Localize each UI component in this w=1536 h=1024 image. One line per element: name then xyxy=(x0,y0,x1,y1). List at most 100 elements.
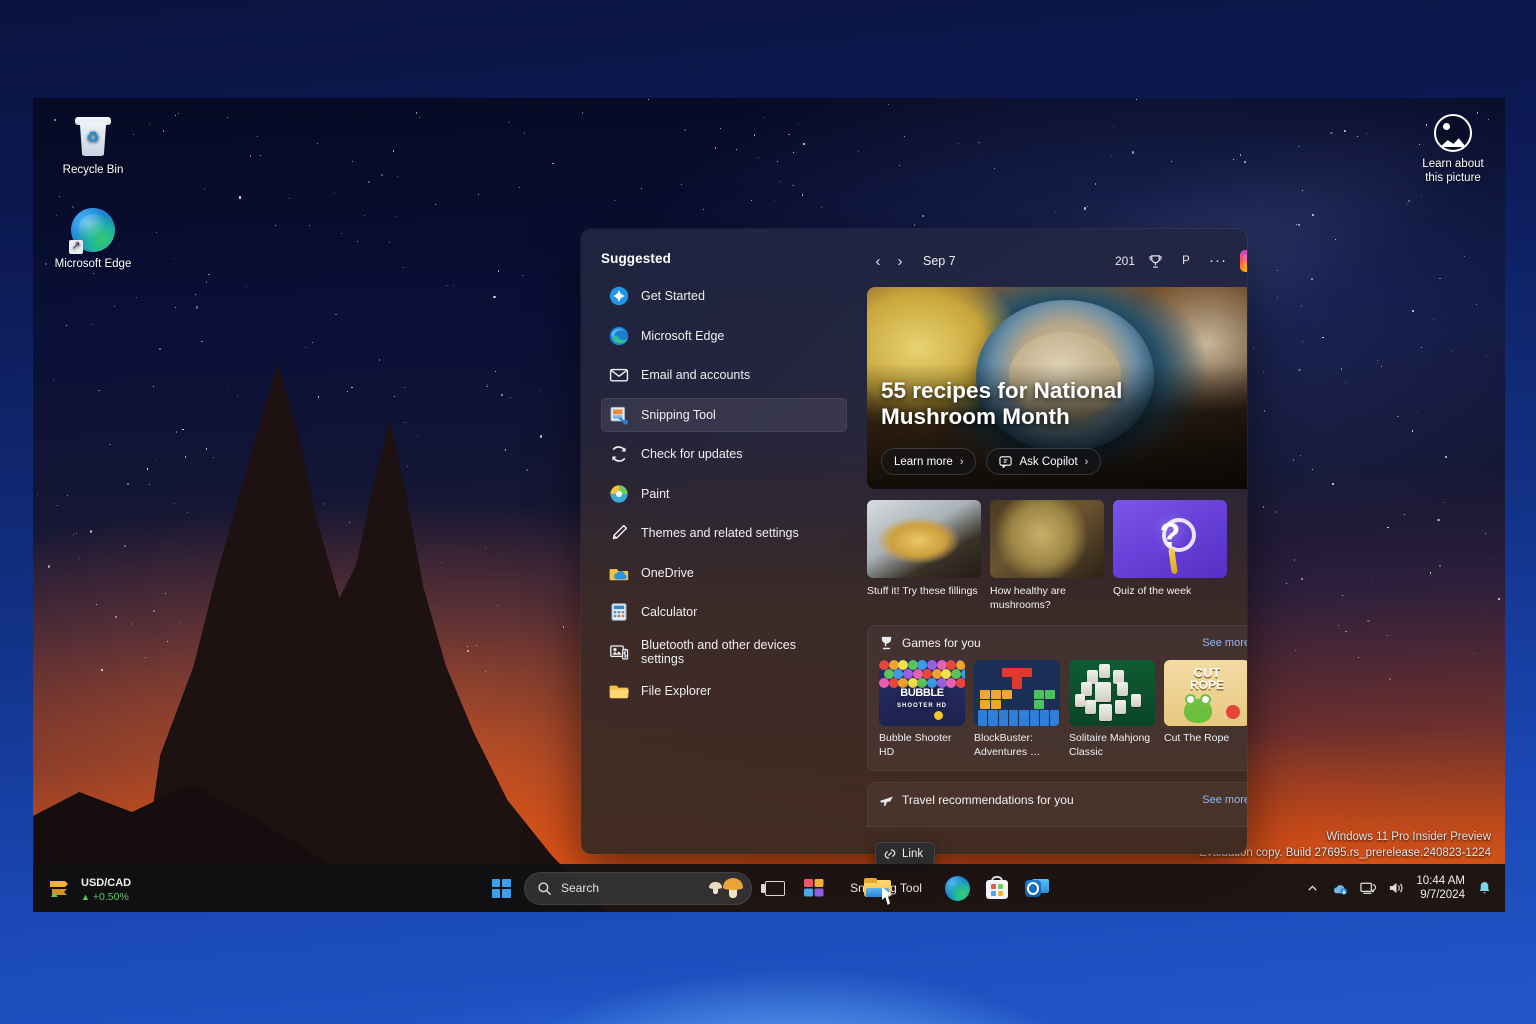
travel-plane-icon xyxy=(879,793,894,807)
profile-badge[interactable]: P xyxy=(1176,251,1196,271)
desktop-icon-learn-about-this-picture[interactable]: Learn about this picture xyxy=(1407,114,1499,186)
related-card[interactable]: How healthy are mushrooms? xyxy=(990,500,1104,613)
suggested-item-calculator[interactable]: Calculator xyxy=(601,595,847,629)
suggested-item-bluetooth-and-other-devices-settings[interactable]: Bluetooth and other devices settings xyxy=(601,635,847,669)
widgets-feed-column: ‹ › Sep 7 201 P ··· 55 recipes for Natio… xyxy=(859,229,1247,854)
bubble-shooter-tile: BUBBLE SHOOTER HD xyxy=(879,660,965,726)
folder-icon xyxy=(609,681,629,701)
widgets-panel[interactable]: Suggested Get Started Microsoft Edge Ema… xyxy=(581,229,1247,854)
games-for-you-card: Games for you See more BUBBLE SHOOTER HD … xyxy=(867,625,1247,772)
search-mushroom-emojis xyxy=(709,878,743,898)
game-label: Solitaire Mahjong Classic xyxy=(1069,732,1155,760)
taskbar-app-edge[interactable] xyxy=(940,871,974,905)
link-tooltip: Link xyxy=(875,842,935,866)
learn-picture-line2: this picture xyxy=(1425,172,1481,184)
previous-button[interactable]: ‹ xyxy=(867,250,889,272)
volume-icon[interactable] xyxy=(1388,880,1405,897)
taskbar[interactable]: USD/CAD ▲ +0.50% Search Tool 10:44 AM 9/… xyxy=(33,864,1505,912)
search-icon xyxy=(537,881,552,896)
up-arrow-icon: ▲ xyxy=(81,892,90,903)
windows-logo-icon xyxy=(492,879,511,898)
calculator-icon xyxy=(609,602,629,622)
chevron-right-icon: › xyxy=(960,456,964,468)
stuffed-mushroom-photo xyxy=(867,500,981,578)
games-controller-icon xyxy=(879,636,894,650)
taskbar-app-outlook[interactable] xyxy=(1020,871,1054,905)
copilot-chat-icon xyxy=(999,455,1012,468)
games-header: Games for you See more xyxy=(879,636,1247,650)
suggested-item-snipping-tool[interactable]: Snipping Tool xyxy=(601,398,847,432)
tray-overflow-chevron-icon[interactable] xyxy=(1304,880,1321,897)
mail-icon xyxy=(609,365,629,385)
get-started-icon xyxy=(609,286,629,306)
snipping-tool-icon xyxy=(609,405,629,425)
suggested-item-paint[interactable]: Paint xyxy=(601,477,847,511)
start-button[interactable] xyxy=(484,871,518,905)
notifications-bell-icon[interactable] xyxy=(1476,880,1493,897)
related-cards-row: Stuff it! Try these fillings How healthy… xyxy=(867,500,1247,613)
task-view-button[interactable] xyxy=(758,871,792,905)
blockbuster-tile xyxy=(974,660,1060,726)
suggested-item-label: OneDrive xyxy=(641,566,694,580)
learn-more-button[interactable]: Learn more › xyxy=(881,448,976,475)
suggested-item-microsoft-edge[interactable]: Microsoft Edge xyxy=(601,319,847,353)
network-icon[interactable] xyxy=(1360,880,1377,897)
related-card-label: Stuff it! Try these fillings xyxy=(867,585,981,599)
currency-change-value: +0.50% xyxy=(93,891,129,904)
outlook-icon xyxy=(1025,876,1050,900)
game-label: BlockBuster: Adventures … xyxy=(974,732,1060,760)
widgets-button[interactable] xyxy=(798,871,832,905)
travel-see-more-link[interactable]: See more xyxy=(1202,794,1247,806)
travel-title: Travel recommendations for you xyxy=(902,793,1074,807)
desktop-icon-recycle-bin[interactable]: ♻ Recycle Bin xyxy=(47,114,139,177)
taskbar-app-store[interactable] xyxy=(980,871,1014,905)
monitor-screen: ♻ Recycle Bin ↗ Microsoft Edge Learn abo… xyxy=(0,0,1536,1024)
suggested-item-label: Calculator xyxy=(641,605,697,619)
related-card[interactable]: Quiz of the week xyxy=(1113,500,1227,613)
game-item[interactable]: Solitaire Mahjong Classic xyxy=(1069,660,1155,760)
paint-icon xyxy=(609,484,629,504)
next-button[interactable]: › xyxy=(889,250,911,272)
edge-icon: ↗ xyxy=(71,208,115,252)
game-item[interactable]: BUBBLE SHOOTER HD Bubble Shooter HD xyxy=(879,660,965,760)
suggested-item-get-started[interactable]: Get Started xyxy=(601,279,847,313)
games-title: Games for you xyxy=(902,636,981,650)
game-item[interactable]: BlockBuster: Adventures … xyxy=(974,660,1060,760)
travel-recommendations-card[interactable]: Travel recommendations for you See more xyxy=(867,782,1247,827)
snipping-tool-taskbar-item[interactable]: Snipping Tool xyxy=(838,871,934,905)
rewards-trophy-icon[interactable] xyxy=(1148,254,1163,269)
suggested-heading: Suggested xyxy=(601,251,859,266)
recycle-bin-icon: ♻ xyxy=(73,114,113,158)
onedrive-icon xyxy=(609,563,629,583)
taskbar-center: Search Tool xyxy=(484,871,1054,905)
clock[interactable]: 10:44 AM 9/7/2024 xyxy=(1416,874,1465,903)
currency-change: ▲ +0.50% xyxy=(81,891,131,904)
taskbar-left: USD/CAD ▲ +0.50% xyxy=(33,872,293,904)
game-item[interactable]: CUT ROPE Cut The Rope xyxy=(1164,660,1247,760)
related-card[interactable]: Stuff it! Try these fillings xyxy=(867,500,981,613)
update-icon xyxy=(609,444,629,464)
suggested-item-label: Check for updates xyxy=(641,447,742,461)
hero-card[interactable]: 55 recipes for National Mushroom Month L… xyxy=(867,287,1247,489)
game-label: Cut The Rope xyxy=(1164,732,1247,746)
suggested-item-label: Get Started xyxy=(641,289,705,303)
suggested-item-label: Themes and related settings xyxy=(641,526,799,540)
currency-widget[interactable]: USD/CAD ▲ +0.50% xyxy=(47,872,131,904)
hero-buttons: Learn more › Ask Copilot › xyxy=(881,448,1101,475)
suggested-item-check-for-updates[interactable]: Check for updates xyxy=(601,437,847,471)
suggested-item-label: Snipping Tool xyxy=(641,408,716,422)
more-options-icon[interactable]: ··· xyxy=(1209,257,1227,265)
suggested-item-onedrive[interactable]: OneDrive xyxy=(601,556,847,590)
rewards-points[interactable]: 201 xyxy=(1115,254,1135,268)
desktop[interactable]: ♻ Recycle Bin ↗ Microsoft Edge Learn abo… xyxy=(33,98,1505,912)
desktop-icon-microsoft-edge[interactable]: ↗ Microsoft Edge xyxy=(47,208,139,271)
suggested-item-file-explorer[interactable]: File Explorer xyxy=(601,674,847,708)
onedrive-tray-icon[interactable] xyxy=(1332,880,1349,897)
suggested-item-email-and-accounts[interactable]: Email and accounts xyxy=(601,358,847,392)
suggested-item-themes-and-related-settings[interactable]: Themes and related settings xyxy=(601,516,847,550)
search-box[interactable]: Search xyxy=(524,872,752,905)
ask-copilot-button[interactable]: Ask Copilot › xyxy=(986,448,1101,475)
related-card-label: How healthy are mushrooms? xyxy=(990,585,1104,613)
games-see-more-link[interactable]: See more xyxy=(1202,637,1247,649)
copilot-icon[interactable] xyxy=(1240,250,1247,272)
